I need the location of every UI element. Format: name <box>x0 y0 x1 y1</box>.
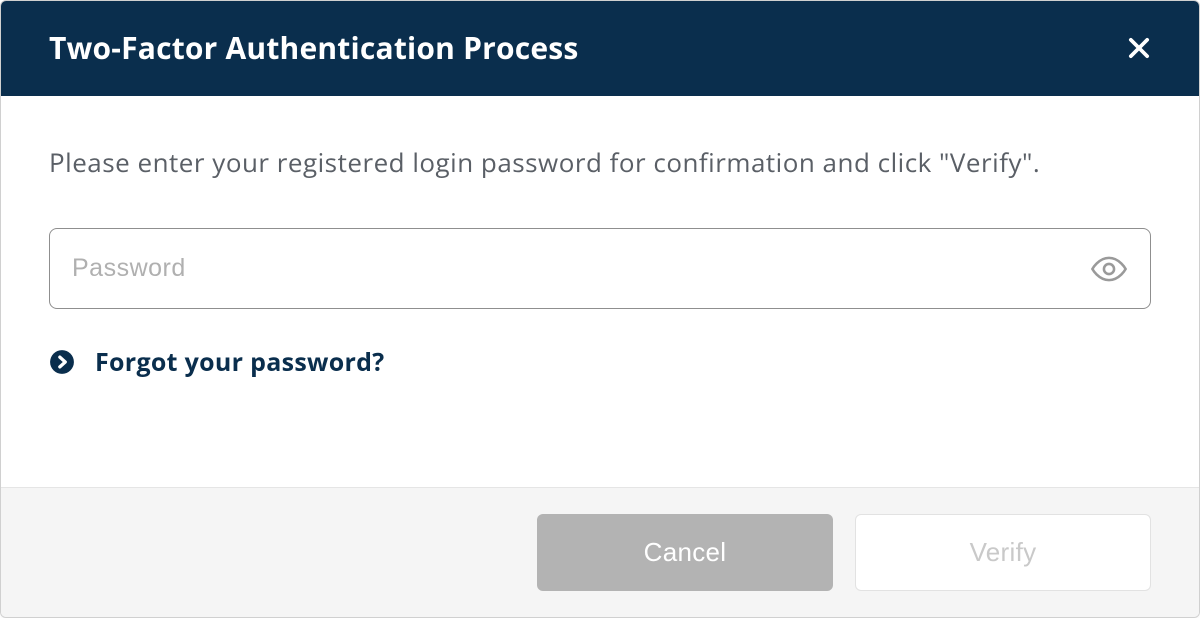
two-factor-dialog: Two-Factor Authentication Process Please… <box>0 0 1200 618</box>
forgot-password-link[interactable]: Forgot your password? <box>49 345 1151 379</box>
verify-button[interactable]: Verify <box>855 514 1151 591</box>
eye-icon <box>1090 250 1128 288</box>
cancel-button[interactable]: Cancel <box>537 514 833 591</box>
close-icon <box>1125 34 1153 62</box>
dialog-title: Two-Factor Authentication Process <box>49 27 579 68</box>
chevron-right-circle-icon <box>49 349 75 375</box>
dialog-header: Two-Factor Authentication Process <box>1 1 1199 96</box>
password-field-wrap <box>49 228 1151 309</box>
close-button[interactable] <box>1119 28 1159 68</box>
dialog-body: Please enter your registered login passw… <box>1 96 1199 487</box>
instruction-text: Please enter your registered login passw… <box>49 142 1151 182</box>
toggle-password-visibility[interactable] <box>1087 247 1131 291</box>
forgot-password-label: Forgot your password? <box>95 345 385 379</box>
password-input[interactable] <box>49 228 1151 309</box>
dialog-footer: Cancel Verify <box>1 487 1199 617</box>
